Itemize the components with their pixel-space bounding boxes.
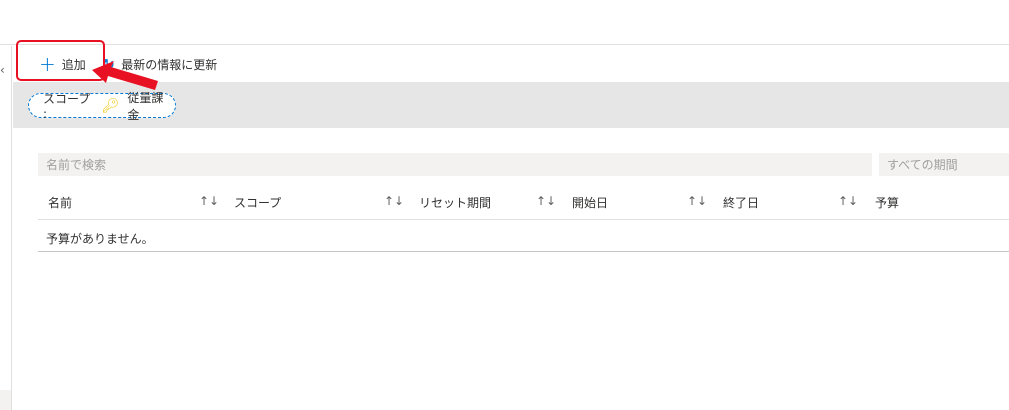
column-scope[interactable]: スコープ <box>234 194 281 211</box>
column-name[interactable]: 名前 <box>48 194 72 211</box>
sort-icon[interactable]: ↑↓ <box>199 194 219 208</box>
scope-filter-pill[interactable]: スコープ : 🔑︎ 従量課金 <box>28 91 176 122</box>
table-header: 名前 ↑↓ スコープ ↑↓ リセット期間 ↑↓ 開始日 ↑↓ 終了日 ↑↓ 予算 <box>38 190 1009 220</box>
sort-icon[interactable]: ↑↓ <box>384 194 404 208</box>
sort-icon[interactable]: ↑↓ <box>536 194 556 208</box>
column-reset-period[interactable]: リセット期間 <box>419 194 491 211</box>
annotation-arrow-icon <box>92 61 158 90</box>
empty-message: 予算がありません。 <box>38 220 1009 252</box>
period-dropdown[interactable]: すべての期間 <box>879 153 1009 176</box>
collapsed-sidebar <box>0 46 12 410</box>
sort-icon[interactable]: ↑↓ <box>838 194 858 208</box>
key-icon: 🔑︎ <box>101 97 120 114</box>
column-start-date[interactable]: 開始日 <box>572 194 608 211</box>
column-end-date[interactable]: 終了日 <box>723 194 759 211</box>
sort-icon[interactable]: ↑↓ <box>687 194 707 208</box>
sidebar-footer <box>0 390 11 410</box>
search-placeholder: 名前で検索 <box>46 158 107 172</box>
period-value: すべての期間 <box>887 158 958 172</box>
search-input[interactable]: 名前で検索 <box>38 153 872 176</box>
top-header <box>0 0 1009 45</box>
column-budget[interactable]: 予算 <box>875 194 899 211</box>
chevron-left-icon[interactable]: ‹ <box>0 63 5 77</box>
